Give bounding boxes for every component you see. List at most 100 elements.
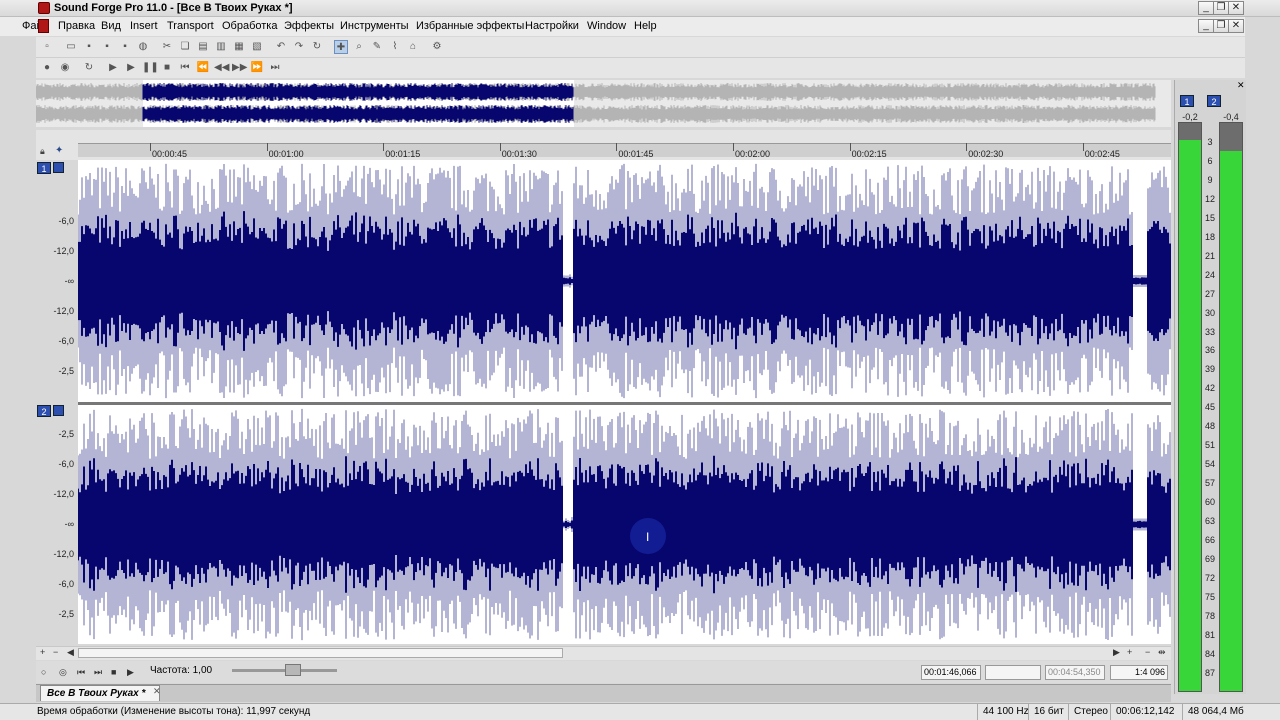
new-file-icon[interactable]: ▫ [40,40,54,54]
scrollbar-thumb[interactable] [78,648,563,658]
prev-marker-icon[interactable]: ⏪ [196,61,210,75]
menu-window[interactable]: Window [587,20,626,32]
minimize-button[interactable]: _ [1198,1,1214,15]
plugin-icon[interactable]: ⚙ [430,40,444,54]
open-folder-icon[interactable]: ▭ [64,40,78,54]
status-sample-rate: 44 100 Hz [977,704,1029,720]
copy-icon[interactable]: ❏ [178,40,192,54]
menu-effects[interactable]: Эффекты [284,20,334,32]
zoom-level-icon[interactable]: ⇹ [1158,647,1166,658]
restore-button[interactable]: ❐ [1213,1,1229,15]
marker-icon[interactable]: ✦ [55,145,63,156]
status-free-space: 48 064,4 Мб [1182,704,1280,720]
document-tab-bar [36,684,1171,702]
repeat-icon[interactable]: ↻ [310,40,324,54]
app-icon [38,2,50,14]
channel-2-db-label: -12,0 [53,489,74,499]
save-all-icon[interactable]: ▪ [100,40,114,54]
menu-edit[interactable]: Правка [58,20,95,32]
meter-scale-label: 33 [1204,326,1215,337]
doc-minimize-button[interactable]: _ [1198,19,1214,33]
pause-icon[interactable]: ❚❚ [142,61,159,75]
doc-restore-button[interactable]: ❐ [1213,19,1229,33]
overview-waveform [36,83,1156,123]
menu-options[interactable]: Настройки [525,20,579,32]
forward-icon[interactable]: ▶▶ [232,61,247,75]
paste-icon[interactable]: ▤ [196,40,210,54]
meter-channel-1-button[interactable]: 1 [1180,95,1194,107]
zoom-ratio-field[interactable]: 1:4 096 [1110,665,1168,680]
edit-tool-icon[interactable]: ✚ [334,40,348,54]
menu-help[interactable]: Help [634,20,657,32]
go-end-small-icon[interactable]: ⏭ [94,667,102,678]
meter-peak-2: -0,4 [1223,112,1239,122]
channel-2-db-label: -2,5 [58,429,74,439]
channel-1-minimize-button[interactable] [53,162,64,173]
meter-scale-label: 72 [1204,572,1215,583]
undo-icon[interactable]: ↶ [274,40,288,54]
scroll-right-icon[interactable]: ▶ [1113,647,1120,658]
cursor-position-field[interactable]: 00:01:46,066 [921,665,981,680]
doc-close-button[interactable]: ✕ [1228,19,1244,33]
save-as-icon[interactable]: ▪ [118,40,132,54]
status-bit-depth: 16 бит [1028,704,1068,720]
menu-process[interactable]: Обработка [222,20,277,32]
record-small-icon[interactable]: ○ [41,667,46,677]
mix-icon[interactable]: ▥ [214,40,228,54]
record-icon[interactable]: ● [40,61,54,75]
meter-close-icon[interactable]: ✕ [1237,80,1245,91]
channel-1-number[interactable]: 1 [37,162,51,174]
play-all-icon[interactable]: ▶ [106,61,120,75]
lock-icon[interactable]: 🔒︎ [40,146,45,157]
selection-field[interactable] [985,665,1041,680]
channel-2-number[interactable]: 2 [37,405,51,417]
rewind-icon[interactable]: ◀◀ [214,61,229,75]
ruler-tick [616,143,618,151]
meter-scale-label: 57 [1204,478,1215,489]
cut-icon[interactable]: ✂ [160,40,174,54]
menu-transport[interactable]: Transport [167,20,214,32]
zoom-out-icon[interactable]: − [53,647,58,657]
document-tab[interactable]: Все В Твоих Руках * [40,685,160,701]
close-button[interactable]: ✕ [1228,1,1244,15]
pencil-tool-icon[interactable]: ✎ [370,40,384,54]
meter-scale-label: 18 [1204,231,1215,242]
playback-rate-slider[interactable] [285,664,301,676]
zoom-out-h-icon[interactable]: − [1145,647,1150,657]
length-field[interactable]: 00:04:54,350 [1045,665,1105,680]
loop-icon[interactable]: ↻ [82,61,96,75]
channel-2-minimize-button[interactable] [53,405,64,416]
meter-scale-label: 78 [1204,610,1215,621]
redo-icon[interactable]: ↷ [292,40,306,54]
menu-favorites[interactable]: Избранные эффекты [416,20,524,32]
event-tool-icon[interactable]: ⌂ [406,40,420,54]
meter-channel-2-button[interactable]: 2 [1207,95,1221,107]
tab-close-icon[interactable]: ✕ [153,686,161,697]
zoom-in-icon[interactable]: + [40,647,45,657]
status-channels: Стерео [1068,704,1112,720]
loop-small-icon[interactable]: ◎ [59,667,67,678]
loop-record-icon[interactable]: ◉ [58,61,72,75]
channel-1-db-label: -6,0 [58,336,74,346]
play-small-icon[interactable]: ▶ [127,667,134,678]
menu-insert[interactable]: Insert [130,20,158,32]
scroll-left-icon[interactable]: ◀ [67,647,74,658]
stop-small-icon[interactable]: ■ [111,667,116,677]
go-start-icon[interactable]: ⏮ [178,61,192,75]
magnify-tool-icon[interactable]: ⌕ [352,40,366,54]
next-marker-icon[interactable]: ⏩ [250,61,264,75]
ruler-tick [1082,143,1084,151]
crop-icon[interactable]: ▦ [232,40,246,54]
zoom-in-h-icon[interactable]: + [1127,647,1132,657]
go-end-icon[interactable]: ⏭ [268,61,282,75]
ruler-tick [499,143,501,151]
render-icon[interactable]: ◍ [136,40,150,54]
envelope-tool-icon[interactable]: ⌇ [388,40,402,54]
stop-icon[interactable]: ■ [160,61,174,75]
trim-icon[interactable]: ▧ [250,40,264,54]
play-icon[interactable]: ▶ [124,61,138,75]
go-start-small-icon[interactable]: ⏮ [77,667,85,678]
menu-view[interactable]: Вид [101,20,121,32]
save-icon[interactable]: ▪ [82,40,96,54]
menu-tools[interactable]: Инструменты [340,20,409,32]
